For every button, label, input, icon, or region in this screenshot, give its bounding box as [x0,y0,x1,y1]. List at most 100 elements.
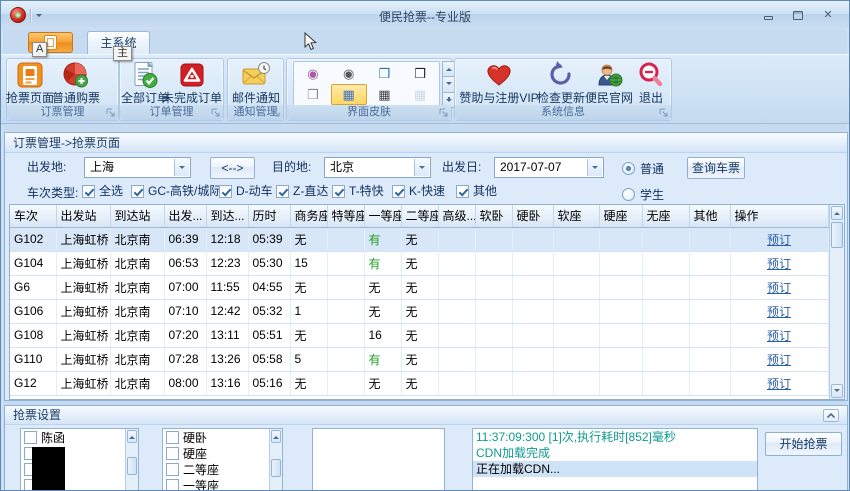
column-header[interactable]: 特等座 [327,205,365,228]
scroll-up-button[interactable] [127,430,137,443]
table-row[interactable]: G6 上海虹桥 北京南 07:00 11:55 04:55 无无无预订 [10,275,829,300]
dialog-launcher-icon[interactable] [438,107,449,118]
group-ticket-management: 抢票页面 普通购票 订票管理 [6,58,119,121]
minimize-button[interactable] [759,8,777,22]
exit-button[interactable]: 退出 [633,60,669,106]
book-link[interactable]: 预订 [767,233,791,247]
train-type-checkbox[interactable]: 其他 [456,184,497,198]
train-type-checkbox[interactable]: Z-直达 [276,184,328,198]
column-header[interactable]: 硬卧 [512,205,554,228]
column-header[interactable]: 商务座 [290,205,328,228]
date-label: 出发日: [442,160,482,174]
train-type-checkbox[interactable]: D-动车 [219,184,273,198]
passenger-item[interactable]: 陈函 [21,429,138,445]
column-header[interactable]: 出发站 [56,205,111,228]
train-type-checkbox[interactable]: T-特快 [332,184,384,198]
seat-option-item[interactable]: 硬座 [163,445,282,461]
quick-access-dropdown-icon[interactable] [36,14,42,20]
collapse-panel-button[interactable] [823,409,839,422]
column-header[interactable]: 软座 [553,205,600,228]
book-link[interactable]: 预订 [767,353,791,367]
book-link[interactable]: 预订 [767,305,791,319]
column-header[interactable]: 一等座 [364,205,402,228]
seat-option-item[interactable]: 二等座 [163,461,282,477]
table-row[interactable]: G104 上海虹桥 北京南 06:53 12:23 05:30 15 有无 预订 [10,251,829,276]
search-tickets-button[interactable]: 查询车票 [687,157,745,179]
maximize-button[interactable] [789,8,807,22]
skin-orb-gray[interactable]: ◉ [331,63,367,84]
skin-door-blue[interactable]: ❒ [367,63,403,84]
date-combobox[interactable]: 2017-07-07 [494,157,604,178]
skin-grid-dark[interactable]: ▦ [367,84,403,105]
train-type-checkbox[interactable]: K-快速 [392,184,445,198]
dialog-launcher-icon[interactable] [105,107,116,118]
table-cell [512,347,554,372]
table-vertical-scrollbar[interactable] [829,205,844,399]
seat-option-item[interactable]: 一等座 [163,477,282,490]
unfinished-orders-button[interactable]: 未完成订单 [162,60,222,106]
table-row[interactable]: G108 上海虹桥 北京南 07:20 13:11 05:51 无 16 无预订 [10,323,829,348]
column-header[interactable]: 软卧 [475,205,513,228]
seat-scrollbar[interactable] [269,429,282,490]
skin-grid-blue[interactable]: ▦ [330,84,367,105]
table-row[interactable]: G12 上海虹桥 北京南 08:00 13:16 05:16 无无无预订 [10,371,829,396]
chevron-down-icon[interactable] [174,159,189,176]
to-combobox[interactable]: 北京 [324,157,431,178]
scrollbar-thumb[interactable] [271,459,281,477]
column-header[interactable]: 高级... [438,205,476,228]
normal-buy-button[interactable]: 普通购票 [52,60,100,106]
dialog-launcher-icon[interactable] [270,107,281,118]
scrollbar-thumb[interactable] [831,222,843,248]
table-cell [553,227,600,252]
app-icon [10,7,26,23]
scroll-down-button[interactable] [831,384,843,398]
column-header[interactable]: 无座 [642,205,690,228]
seat-type-list[interactable]: 硬卧 硬座 二等座 一等座 [162,428,283,490]
column-header[interactable]: 硬座 [599,205,643,228]
table-row[interactable]: G106 上海虹桥 北京南 07:10 12:42 05:32 1 无无 预订 [10,299,829,324]
grab-ticket-page-button[interactable]: 抢票页面 [6,60,54,106]
skin-grid-light[interactable]: ▦ [402,84,438,105]
book-link[interactable]: 预订 [767,329,791,343]
scroll-up-button[interactable] [271,430,281,443]
scrollbar-thumb[interactable] [127,457,137,475]
start-grab-button[interactable]: 开始抢票 [765,432,842,456]
official-site-button[interactable]: 便民官网 [585,60,633,106]
column-header[interactable]: 操作 [730,205,829,228]
skin-door-black[interactable]: ❒ [402,63,438,84]
mail-notify-button[interactable]: 邮件通知 [231,60,281,106]
table-cell: 有 [364,347,402,372]
seat-option-item[interactable]: 硬卧 [163,429,282,445]
dialog-launcher-icon[interactable] [210,107,221,118]
radio-normal[interactable]: 普通 [622,160,664,177]
close-button[interactable]: ✕ [819,8,837,22]
table-row[interactable]: G102 上海虹桥 北京南 06:39 12:18 05:39 无有无预订 [10,227,829,252]
train-type-label: 车次类型: [27,186,79,200]
check-update-button[interactable]: 检查更新 [537,60,585,106]
from-combobox[interactable]: 上海 [84,157,191,178]
chevron-down-icon[interactable] [414,159,429,176]
column-header[interactable]: 其他 [689,205,731,228]
skin-orb-purple[interactable]: ◉ [295,63,331,84]
sponsor-vip-button[interactable]: 赞助与注册VIP [459,60,539,106]
column-header[interactable]: 出发... [164,205,207,228]
column-header[interactable]: 车次 [10,205,57,228]
swap-button[interactable]: <--> [210,157,255,179]
train-type-checkbox[interactable]: GC-高铁/城际 [131,184,221,198]
book-link[interactable]: 预订 [767,257,791,271]
train-priority-list[interactable] [312,428,445,490]
column-header[interactable]: 到达... [206,205,249,228]
column-header[interactable]: 历时 [248,205,291,228]
book-link[interactable]: 预订 [767,377,791,391]
book-link[interactable]: 预订 [767,281,791,295]
train-type-checkbox[interactable]: 全选 [82,184,123,198]
dialog-launcher-icon[interactable] [658,107,669,118]
skin-door-gray[interactable]: ❒ [295,84,331,105]
passenger-scrollbar[interactable] [125,429,138,490]
scroll-up-button[interactable] [831,206,843,220]
column-header[interactable]: 二等座 [401,205,439,228]
radio-student[interactable]: 学生 [622,186,664,203]
chevron-down-icon[interactable] [587,159,602,176]
table-row[interactable]: G110 上海虹桥 北京南 07:28 13:26 05:58 5 有无 预订 [10,347,829,372]
column-header[interactable]: 到达站 [110,205,165,228]
